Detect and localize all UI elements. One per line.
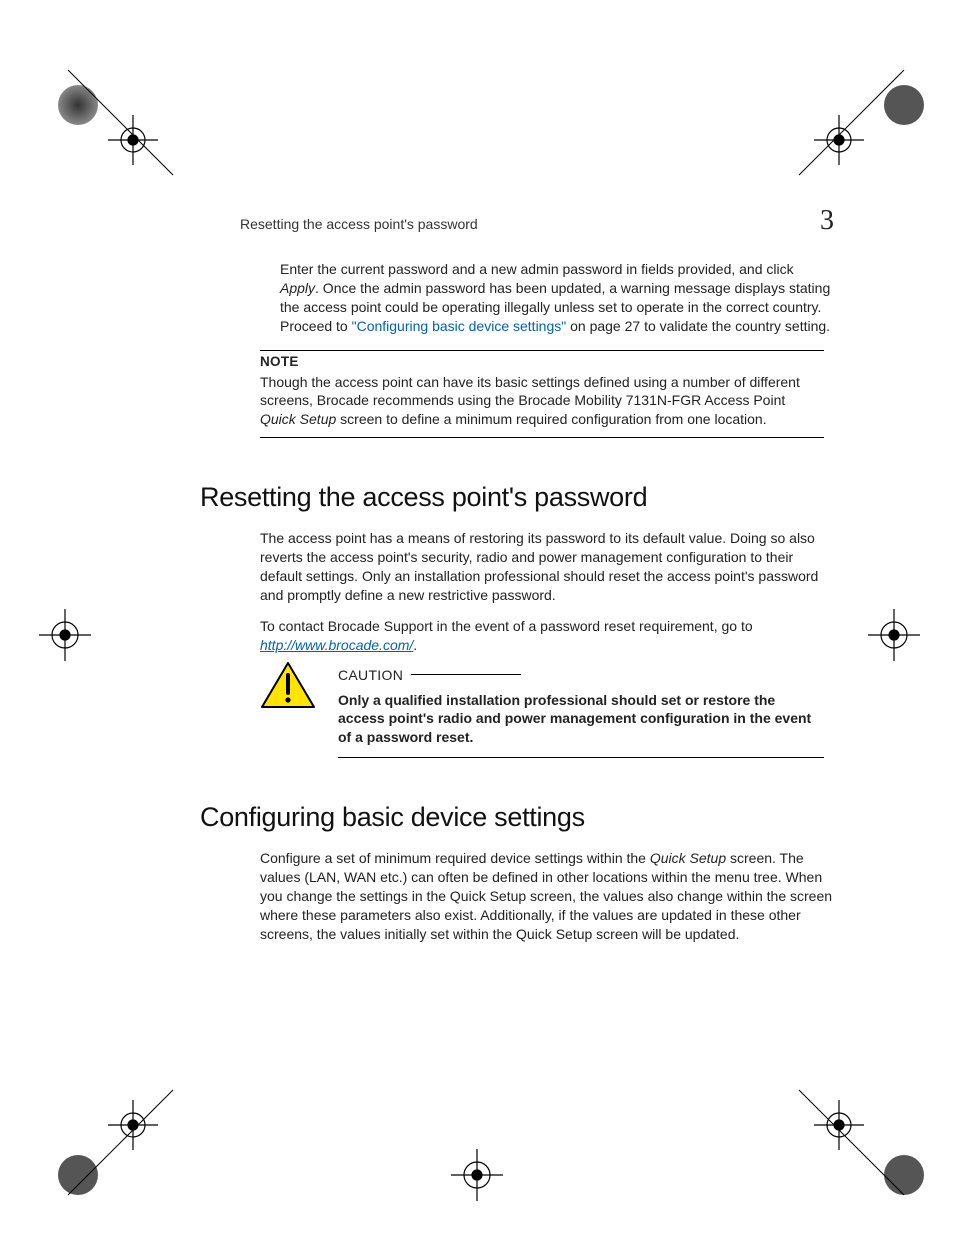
intro-paragraph: Enter the current password and a new adm… (280, 260, 834, 336)
caution-triangle-icon (260, 661, 316, 716)
section-heading-configure-basic: Configuring basic device settings (200, 802, 844, 833)
apply-italic: Apply (280, 280, 315, 296)
registration-mark-icon (28, 1085, 178, 1205)
registration-mark-icon (35, 605, 95, 665)
caution-label: CAUTION (338, 667, 411, 683)
caution-block: CAUTION Only a qualified installation pr… (260, 667, 824, 759)
text: on page 27 to validate the country setti… (566, 318, 830, 334)
quick-setup-italic: Quick Setup (650, 850, 726, 866)
xref-link[interactable]: "Configuring basic device settings" (352, 318, 567, 334)
body-paragraph: To contact Brocade Support in the event … (260, 617, 834, 655)
registration-mark-icon (864, 605, 924, 665)
text: Enter the current password and a new adm… (280, 261, 794, 277)
rule (411, 674, 521, 675)
quick-setup-italic: Quick Setup (260, 411, 336, 427)
body-paragraph: The access point has a means of restorin… (260, 529, 834, 605)
note-block: NOTE Though the access point can have it… (260, 350, 824, 439)
running-title: Resetting the access point's password (240, 216, 478, 232)
text: Though the access point can have its bas… (260, 374, 800, 409)
chapter-number: 3 (820, 205, 834, 237)
body-paragraph: Configure a set of minimum required devi… (260, 849, 834, 943)
text: screen to define a minimum required conf… (336, 411, 766, 427)
registration-mark-icon (794, 1085, 944, 1205)
caution-body: Only a qualified installation profession… (338, 691, 824, 748)
text: Configure a set of minimum required devi… (260, 850, 650, 866)
registration-mark-icon (794, 60, 944, 180)
support-url-link[interactable]: http://www.brocade.com/ (260, 637, 413, 653)
running-header: Resetting the access point's password 3 (240, 205, 834, 237)
registration-mark-icon (447, 1145, 507, 1205)
text: To contact Brocade Support in the event … (260, 618, 753, 634)
note-label: NOTE (260, 354, 299, 370)
registration-mark-icon (28, 60, 178, 180)
section-heading-reset-password: Resetting the access point's password (200, 482, 844, 513)
rule (338, 757, 824, 758)
text: . (413, 637, 417, 653)
